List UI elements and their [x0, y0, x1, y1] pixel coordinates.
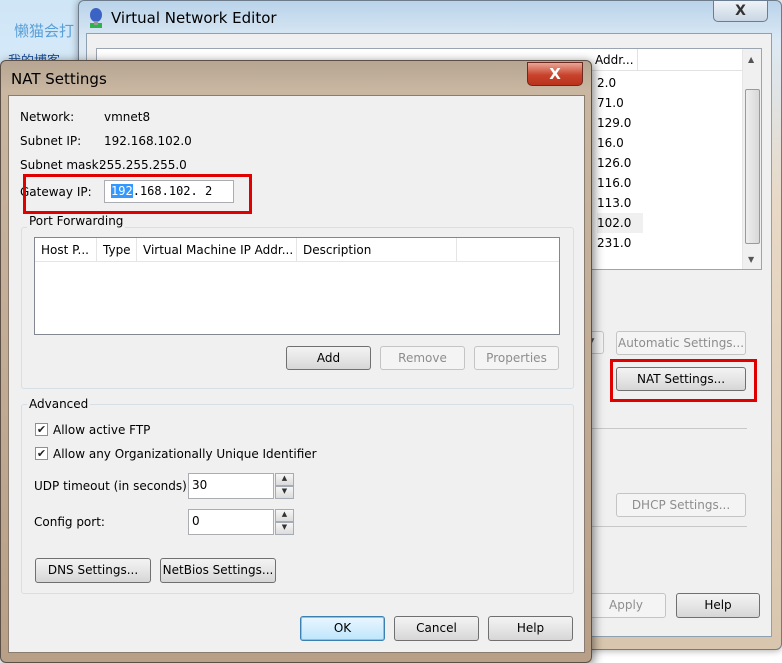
apply-button[interactable]: Apply	[586, 593, 666, 618]
list-row[interactable]: 116.0	[597, 173, 647, 193]
subnet-ip-value: 192.168.102.0	[104, 134, 192, 148]
allow-ftp-label[interactable]: Allow active FTP	[53, 423, 150, 437]
automatic-settings-button[interactable]: Automatic Settings...	[616, 331, 746, 355]
list-row[interactable]: 16.0	[597, 133, 647, 153]
column-description[interactable]: Description	[297, 238, 457, 262]
add-button[interactable]: Add	[286, 346, 371, 370]
list-row[interactable]: 71.0	[597, 93, 647, 113]
scroll-down-icon[interactable]: ▼	[748, 255, 754, 264]
remove-button[interactable]: Remove	[380, 346, 465, 370]
list-row[interactable]: 102.0	[597, 213, 643, 233]
config-port-label: Config port:	[34, 515, 105, 529]
list-row[interactable]: 2.0	[597, 73, 647, 93]
allow-oui-checkbox[interactable]: ✔	[35, 447, 48, 460]
close-button[interactable]: X	[713, 0, 768, 22]
subnet-mask-value: 255.255.255.0	[99, 158, 187, 172]
column-divider	[637, 49, 638, 71]
list-row[interactable]: 126.0	[597, 153, 647, 173]
network-label: Network:	[20, 110, 75, 124]
cancel-button[interactable]: Cancel	[394, 616, 479, 641]
column-subnet-address[interactable]: Addr...	[595, 53, 634, 67]
spin-down-icon[interactable]: ▼	[275, 486, 294, 499]
dhcp-settings-button[interactable]: DHCP Settings...	[616, 493, 746, 517]
advanced-title: Advanced	[27, 397, 91, 411]
port-forwarding-table[interactable]: Host P... Type Virtual Machine IP Addr..…	[34, 237, 560, 335]
column-type[interactable]: Type	[97, 238, 137, 262]
spin-up-icon[interactable]: ▲	[275, 509, 294, 522]
highlight-box	[23, 174, 252, 214]
column-empty	[457, 238, 559, 262]
network-value: vmnet8	[104, 110, 151, 124]
spin-down-icon[interactable]: ▼	[275, 522, 294, 535]
port-forwarding-title: Port Forwarding	[27, 214, 126, 228]
spin-up-icon[interactable]: ▲	[275, 473, 294, 486]
column-vm-ip[interactable]: Virtual Machine IP Addr...	[137, 238, 297, 262]
divider	[567, 526, 747, 527]
list-row[interactable]: 231.0	[597, 233, 647, 253]
udp-timeout-input[interactable]: 30	[188, 473, 274, 499]
properties-button[interactable]: Properties	[474, 346, 559, 370]
list-row[interactable]: 129.0	[597, 113, 647, 133]
config-port-input[interactable]: 0	[188, 509, 274, 535]
network-icon	[90, 8, 102, 28]
allow-oui-label[interactable]: Allow any Organizationally Unique Identi…	[53, 447, 317, 461]
udp-timeout-label: UDP timeout (in seconds):	[34, 479, 191, 493]
column-host-port[interactable]: Host P...	[35, 238, 97, 262]
highlight-box	[610, 359, 757, 402]
nat-client-area: Network: vmnet8 Subnet IP: 192.168.102.0…	[8, 95, 585, 653]
netbios-settings-button[interactable]: NetBios Settings...	[160, 558, 276, 583]
scroll-up-icon[interactable]: ▲	[748, 55, 754, 64]
subnet-mask-label: Subnet mask:	[20, 158, 103, 172]
close-button[interactable]: X	[527, 62, 583, 86]
scroll-thumb[interactable]	[745, 89, 760, 244]
divider	[567, 428, 747, 429]
nat-settings-dialog: NAT Settings X Network: vmnet8 Subnet IP…	[0, 60, 592, 663]
help-button[interactable]: Help	[488, 616, 573, 641]
help-button[interactable]: Help	[676, 593, 760, 618]
dns-settings-button[interactable]: DNS Settings...	[35, 558, 151, 583]
list-row[interactable]: 113.0	[597, 193, 647, 213]
subnet-ip-label: Subnet IP:	[20, 134, 82, 148]
list-scrollbar[interactable]: ▲ ▼	[742, 49, 761, 269]
allow-ftp-checkbox[interactable]: ✔	[35, 423, 48, 436]
background-blog-title: 懒猫会打	[14, 22, 75, 40]
dialog-title: NAT Settings	[11, 70, 107, 88]
window-title: Virtual Network Editor	[111, 9, 277, 27]
ok-button[interactable]: OK	[300, 616, 385, 641]
